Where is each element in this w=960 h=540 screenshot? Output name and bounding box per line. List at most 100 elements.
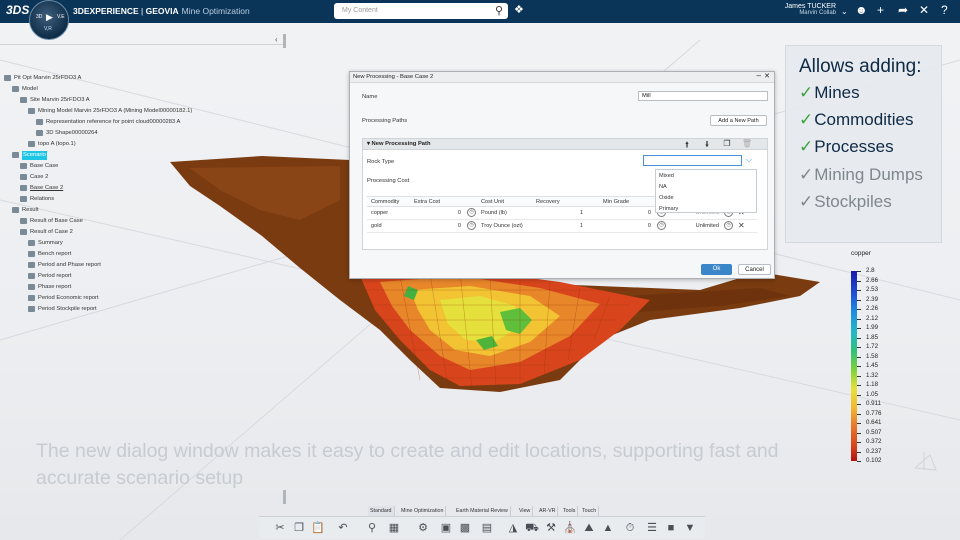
clock-icon[interactable]: ◷ xyxy=(467,208,476,217)
export-icon[interactable]: ■ xyxy=(664,521,678,535)
tab-touch[interactable]: Touch xyxy=(580,506,600,516)
clock-icon[interactable]: ◷ xyxy=(724,221,733,230)
table-row[interactable]: gold 0 ◷ Troy Ounce (ozt) 1 0 ◷ Unlimite… xyxy=(367,220,757,233)
processing-path-header[interactable]: ▾ New Processing Path 🠙 🠛 ❐ 🗑 xyxy=(363,139,767,150)
filter-icon[interactable]: ▼ xyxy=(683,521,697,535)
move-up-icon[interactable]: 🠙 xyxy=(680,139,694,149)
remove-row-icon[interactable]: ✕ xyxy=(738,221,745,230)
tree-node[interactable]: Period and Phase report xyxy=(28,261,101,270)
search-icon[interactable]: ⚲ xyxy=(495,4,503,17)
delete-icon[interactable]: 🗑 xyxy=(740,139,754,149)
paste-icon[interactable]: 📋 xyxy=(311,521,325,535)
3ds-logo-icon[interactable]: 3DS xyxy=(6,3,29,17)
topo-icon xyxy=(28,140,35,147)
option-mixed[interactable]: Mixed xyxy=(659,173,674,179)
tree-splitter[interactable] xyxy=(283,34,286,48)
report-icon[interactable]: ☰ xyxy=(645,521,659,535)
cell-recovery[interactable]: 1 xyxy=(567,210,583,216)
dialog-title-bar[interactable]: New Processing - Base Case 2 – ✕ xyxy=(350,71,774,83)
clock-icon[interactable]: ◷ xyxy=(657,221,666,230)
play-icon[interactable]: ▶ xyxy=(46,12,53,23)
tree-node[interactable]: Phase report xyxy=(28,283,71,292)
duplicate-icon[interactable]: ❐ xyxy=(720,139,734,149)
processing-icon[interactable]: ⚒ xyxy=(544,521,558,535)
help-icon[interactable]: ? xyxy=(941,3,948,17)
table-icon[interactable]: ▤ xyxy=(480,521,494,535)
pit-shell-icon[interactable]: ◮ xyxy=(506,521,520,535)
collapse-icon[interactable]: ▾ xyxy=(367,141,370,147)
ok-button[interactable]: Ok xyxy=(701,264,732,275)
tree-node[interactable]: Period Stockpile report xyxy=(28,305,97,314)
tab-tools[interactable]: Tools xyxy=(561,506,579,516)
user-menu[interactable]: James TUCKER Marvin Collab xyxy=(762,3,836,16)
tree-node[interactable]: Pit Opt Marvin 25rFDO3 A xyxy=(4,74,81,83)
share-icon[interactable]: ➦ xyxy=(898,3,908,17)
add-new-path-button[interactable]: Add a New Path xyxy=(710,115,767,126)
tools-icon[interactable]: ✕ xyxy=(919,3,929,17)
book-icon[interactable]: ▦ xyxy=(387,521,401,535)
minimize-icon[interactable]: – xyxy=(757,71,761,80)
cut-icon[interactable]: ✂ xyxy=(273,521,287,535)
tree-node-selected[interactable]: Scenario xyxy=(12,151,47,160)
tree-node[interactable]: Period report xyxy=(28,272,72,281)
tree-node[interactable]: Mining Model Marvin 25rFDO3 A (Mining Mo… xyxy=(28,107,192,116)
tab-ar-vr[interactable]: AR-VR xyxy=(537,506,559,516)
clock-icon[interactable]: ◷ xyxy=(467,221,476,230)
copy-icon[interactable]: ❐ xyxy=(292,521,306,535)
tag-icon[interactable]: ❖ xyxy=(514,3,524,16)
search-input[interactable]: My Content ⚲ xyxy=(334,3,508,19)
cell-recovery[interactable]: 1 xyxy=(567,223,583,229)
tree-node[interactable]: Relations xyxy=(20,195,54,204)
collapse-tree-icon[interactable]: ‹ xyxy=(275,35,278,44)
tree-node[interactable]: Base Case 2 xyxy=(20,184,63,193)
profile-icon[interactable]: ☻ xyxy=(855,3,868,17)
option-primary[interactable]: Primary xyxy=(659,206,678,212)
tab-view[interactable]: View xyxy=(517,506,534,516)
option-oxide[interactable]: Oxide xyxy=(659,195,674,201)
tree-node[interactable]: Model xyxy=(12,85,38,94)
undo-icon[interactable]: ↶ xyxy=(336,521,350,535)
tree-node[interactable]: Case 2 xyxy=(20,173,48,182)
blocks-icon[interactable]: ▩ xyxy=(458,521,472,535)
cell-min-grade[interactable]: 0 xyxy=(635,210,651,216)
tree-node[interactable]: topo A (topo.1) xyxy=(28,140,76,149)
cancel-button[interactable]: Cancel xyxy=(738,264,771,275)
tree-node[interactable]: Representation reference for point cloud… xyxy=(36,118,180,127)
truck-icon[interactable]: ⛟ xyxy=(525,521,539,535)
name-field[interactable]: Mill xyxy=(638,91,768,101)
dump-icon[interactable]: ▲ xyxy=(601,521,615,535)
compass-icon[interactable]: 3D ▶ V.E V,R xyxy=(29,0,69,40)
chevron-down-icon[interactable]: ⌄ xyxy=(841,7,848,16)
tab-earth-material-review[interactable]: Earth Material Review xyxy=(454,506,511,516)
plant-icon[interactable]: ⛪ xyxy=(563,521,577,535)
settings-icon[interactable]: ⚙ xyxy=(416,521,430,535)
cell-cost-unit[interactable]: Pound (lb) xyxy=(481,210,507,216)
rock-type-input[interactable] xyxy=(643,155,742,166)
tree-splitter-bottom[interactable] xyxy=(283,490,286,504)
add-icon[interactable]: + xyxy=(877,3,884,17)
tree-node[interactable]: Bench report xyxy=(28,250,71,259)
block-model-icon[interactable]: ▣ xyxy=(439,521,453,535)
tab-standard[interactable]: Standard xyxy=(368,506,395,516)
tree-node[interactable]: Period Economic report xyxy=(28,294,99,303)
schedule-icon[interactable]: ⏱ xyxy=(623,521,637,535)
close-icon[interactable]: ✕ xyxy=(764,72,770,80)
zoom-icon[interactable]: ⚲ xyxy=(365,521,379,535)
tree-node[interactable]: Site Marvin 25rFDO3 A xyxy=(20,96,90,105)
tree-node[interactable]: 3D Shape00000264 xyxy=(36,129,98,138)
option-na[interactable]: NA xyxy=(659,184,667,190)
tree-node[interactable]: Result of Case 2 xyxy=(20,228,73,237)
cell-extra-cost[interactable]: 0 xyxy=(437,210,461,216)
cell-min-grade[interactable]: 0 xyxy=(635,223,651,229)
stockpile-icon[interactable]: ⛰ xyxy=(582,521,596,535)
tree-node[interactable]: Result of Base Case xyxy=(20,217,83,226)
rock-type-dropdown-icon[interactable]: ⌵ xyxy=(744,155,754,166)
tree-node[interactable]: Result xyxy=(12,206,38,215)
cell-extra-cost[interactable]: 0 xyxy=(437,223,461,229)
tab-mine-optimization[interactable]: Mine Optimization xyxy=(399,506,447,516)
cell-max[interactable]: Unlimited xyxy=(685,223,719,229)
move-down-icon[interactable]: 🠛 xyxy=(700,139,714,149)
tree-node[interactable]: Summary xyxy=(28,239,63,248)
tree-node[interactable]: Base Case xyxy=(20,162,58,171)
cell-cost-unit[interactable]: Troy Ounce (ozt) xyxy=(481,223,523,229)
